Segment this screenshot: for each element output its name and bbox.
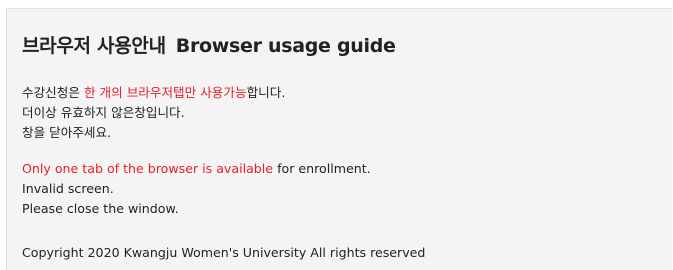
english-notice-line-1: Only one tab of the browser is available… xyxy=(22,159,371,179)
korean-notice: 수강신청은 한 개의 브라우저탭만 사용가능합니다. 더이상 유효하지 않은창입… xyxy=(22,83,285,143)
english-notice-line-1-suffix: for enrollment. xyxy=(273,161,371,176)
korean-notice-line-1-suffix: 합니다. xyxy=(246,85,286,100)
copyright-text: Copyright 2020 Kwangju Women's Universit… xyxy=(22,245,426,260)
korean-notice-line-2: 더이상 유효하지 않은창입니다. xyxy=(22,105,185,120)
english-notice-highlight: Only one tab of the browser is available xyxy=(22,161,274,176)
page-title-korean: 브라우저 사용안내 xyxy=(22,35,166,57)
page-title: 브라우저 사용안내 Browser usage guide xyxy=(22,31,396,58)
korean-notice-line-1: 수강신청은 한 개의 브라우저탭만 사용가능합니다. xyxy=(22,83,285,103)
english-notice-line-3: Please close the window. xyxy=(22,201,179,216)
page-title-english: Browser usage guide xyxy=(175,35,396,57)
english-notice: Only one tab of the browser is available… xyxy=(22,159,371,219)
browser-guide-panel: 브라우저 사용안내 Browser usage guide 수강신청은 한 개의 … xyxy=(6,8,672,270)
english-notice-line-2: Invalid screen. xyxy=(22,181,114,196)
korean-notice-highlight: 한 개의 브라우저탭만 사용가능 xyxy=(83,85,247,100)
korean-notice-line-1-prefix: 수강신청은 xyxy=(22,85,84,100)
korean-notice-line-3: 창을 닫아주세요. xyxy=(22,125,112,140)
